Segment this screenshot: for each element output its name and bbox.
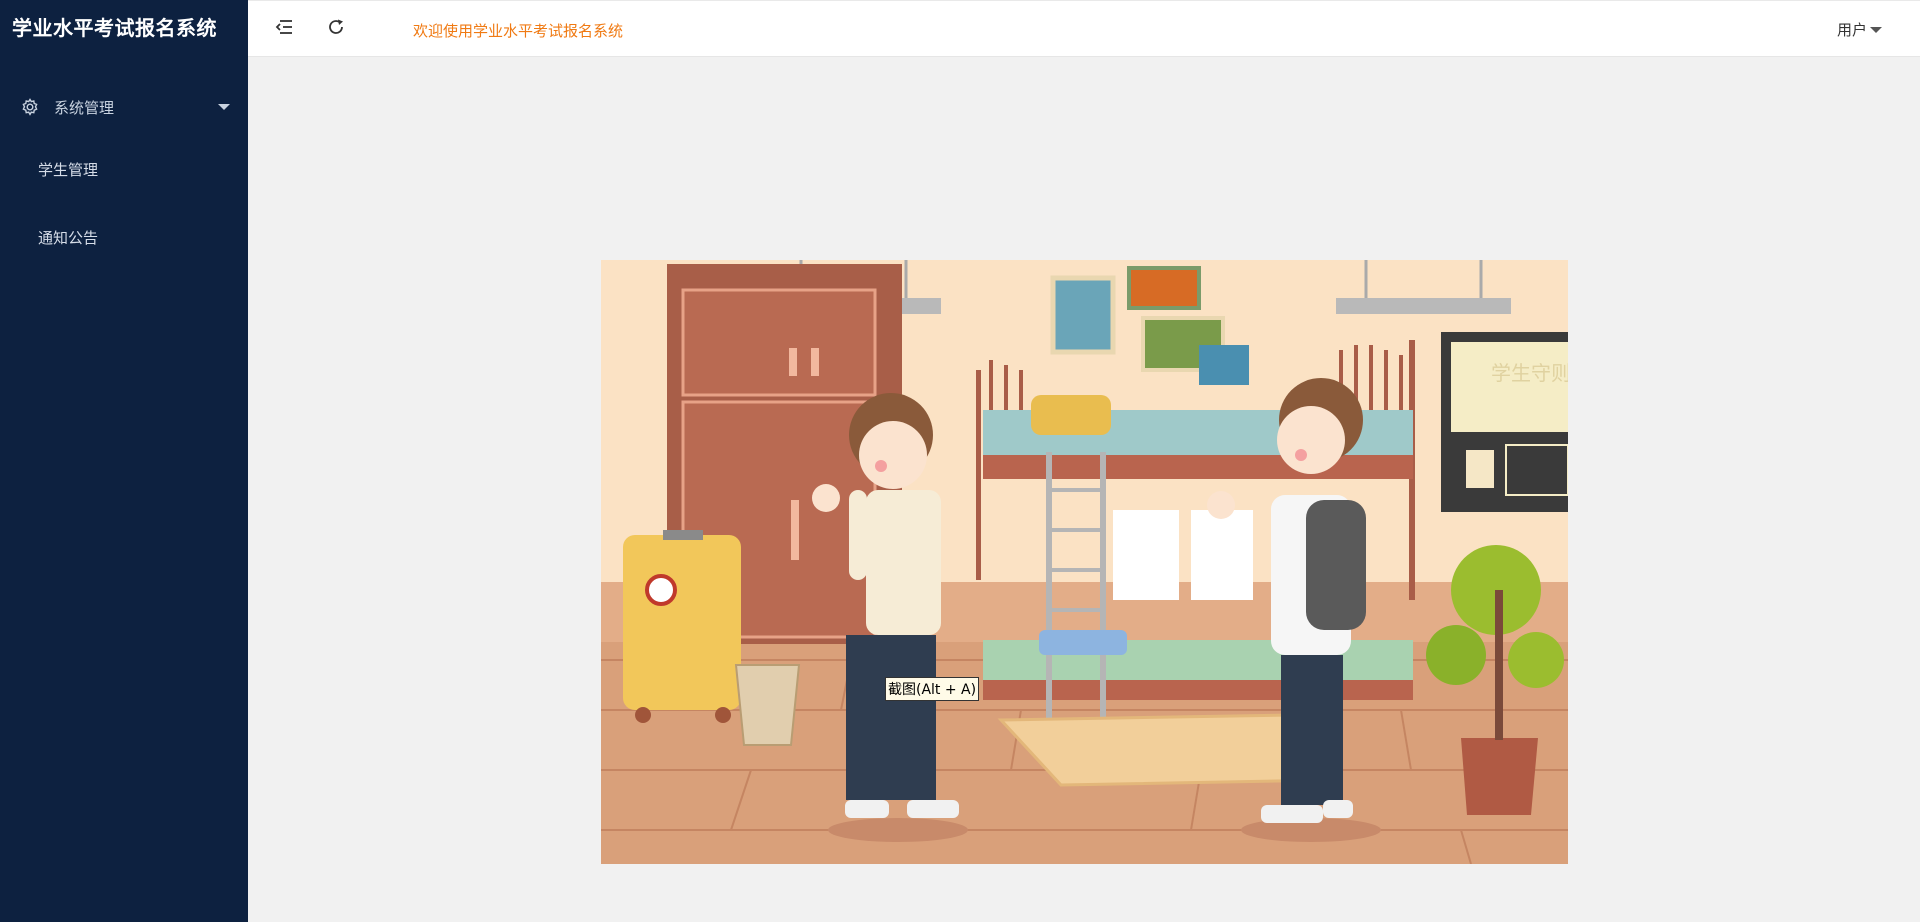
welcome-text: 欢迎使用学业水平考试报名系统: [413, 22, 624, 40]
screenshot-tooltip: 截图(Alt + A): [885, 677, 980, 701]
user-menu[interactable]: 用户: [1837, 19, 1882, 40]
gear-icon: [20, 97, 40, 117]
caret-down-icon: [218, 104, 230, 110]
app-title: 学业水平考试报名系统: [12, 16, 217, 40]
refresh-icon: [327, 18, 345, 40]
sidebar-group-label: 系统管理: [54, 98, 115, 117]
poster-text: 学生守则: [1491, 361, 1568, 385]
sidebar-group-system[interactable]: 系统管理: [0, 78, 248, 136]
sidebar-item-notices[interactable]: 通知公告: [0, 204, 248, 272]
sidebar: 学业水平考试报名系统 系统管理 学生管理 通知公告: [0, 0, 248, 922]
refresh-button[interactable]: [324, 17, 348, 41]
user-label: 用户: [1836, 21, 1867, 39]
menu-collapse-icon: [275, 19, 293, 39]
top-header: 欢迎使用学业水平考试报名系统 用户: [248, 0, 1920, 57]
sidebar-toggle-button[interactable]: [272, 17, 296, 41]
sidebar-item-students[interactable]: 学生管理: [0, 136, 248, 204]
dormitory-illustration: 学生守则: [601, 260, 1568, 864]
caret-down-icon: [1870, 26, 1882, 33]
